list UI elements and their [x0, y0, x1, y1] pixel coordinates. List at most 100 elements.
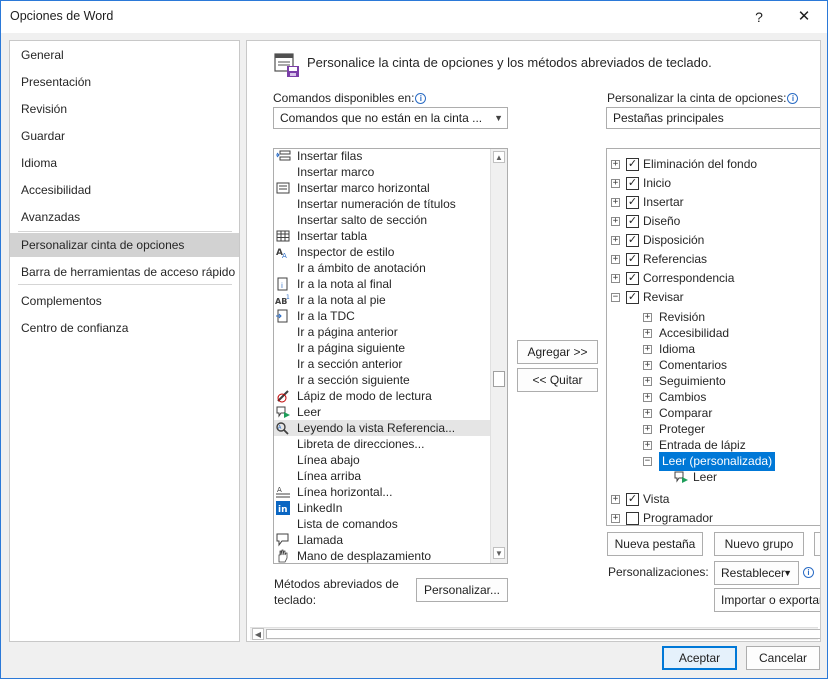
- expand-icon[interactable]: +: [611, 179, 620, 188]
- command-list-item[interactable]: Lápiz de modo de lectura: [274, 388, 490, 404]
- expand-icon[interactable]: +: [643, 345, 652, 354]
- scroll-down-icon[interactable]: ▼: [493, 547, 505, 559]
- expand-icon[interactable]: +: [643, 425, 652, 434]
- command-list-item[interactable]: Línea arriba: [274, 468, 490, 484]
- expand-icon[interactable]: +: [611, 236, 620, 245]
- close-button[interactable]: ✕: [786, 5, 822, 29]
- expand-icon[interactable]: +: [643, 409, 652, 418]
- ribbon-tabs-dropdown[interactable]: Pestañas principales: [606, 107, 820, 129]
- scroll-up-icon[interactable]: ▲: [493, 151, 505, 163]
- command-list-item[interactable]: Insertar marco: [274, 164, 490, 180]
- tab-checkbox[interactable]: ✓: [626, 158, 639, 171]
- tab-checkbox[interactable]: ✓: [626, 291, 639, 304]
- ribbon-tree-item[interactable]: − ✓ Revisar: [607, 288, 820, 307]
- scroll-thumb[interactable]: [266, 629, 820, 639]
- command-list-item[interactable]: Ir a página anterior: [274, 324, 490, 340]
- nav-item[interactable]: General: [10, 43, 239, 67]
- scroll-left-icon[interactable]: ◀: [252, 628, 264, 640]
- ribbon-tree-item[interactable]: + ✓ Vista: [607, 490, 820, 509]
- command-list-item[interactable]: Llamada: [274, 532, 490, 548]
- commands-scrollbar[interactable]: ▲ ▼: [490, 149, 507, 563]
- command-list-item[interactable]: Insertar filas: [274, 149, 490, 164]
- nav-item[interactable]: Personalizar cinta de opciones: [10, 233, 239, 257]
- expand-icon[interactable]: +: [643, 441, 652, 450]
- expand-icon[interactable]: +: [611, 160, 620, 169]
- tab-checkbox[interactable]: ✓: [626, 177, 639, 190]
- ribbon-tree-item[interactable]: + Programador: [607, 509, 820, 525]
- command-list-item[interactable]: in LinkedIn: [274, 500, 490, 516]
- command-list-item[interactable]: Mano de desplazamiento: [274, 548, 490, 563]
- ribbon-tree-item[interactable]: + ✓ Insertar: [607, 193, 820, 212]
- new-group-button[interactable]: Nuevo grupo: [714, 532, 804, 556]
- expand-icon[interactable]: +: [643, 329, 652, 338]
- help-button[interactable]: ?: [741, 5, 777, 29]
- expand-icon[interactable]: +: [643, 377, 652, 386]
- ribbon-tree-item[interactable]: + ✓ Referencias: [607, 250, 820, 269]
- ribbon-tree-item[interactable]: + ✓ Disposición: [607, 231, 820, 250]
- scroll-thumb[interactable]: [493, 371, 505, 387]
- tab-checkbox[interactable]: [626, 512, 639, 525]
- expand-icon[interactable]: +: [611, 255, 620, 264]
- command-list-item[interactable]: Línea abajo: [274, 452, 490, 468]
- command-list-item[interactable]: Ir a la TDC: [274, 308, 490, 324]
- ribbon-tree-item[interactable]: + ✓ Diseño: [607, 212, 820, 231]
- command-list-item[interactable]: A Línea horizontal...: [274, 484, 490, 500]
- command-list-item[interactable]: Libreta de direcciones...: [274, 436, 490, 452]
- command-list-item[interactable]: Insertar tabla: [274, 228, 490, 244]
- panel-horizontal-scrollbar[interactable]: ◀: [250, 627, 820, 640]
- rename-button-partial[interactable]: [814, 532, 820, 556]
- accept-button[interactable]: Aceptar: [662, 646, 737, 670]
- command-list-item[interactable]: Ir a sección anterior: [274, 356, 490, 372]
- add-button[interactable]: Agregar >>: [517, 340, 598, 364]
- new-tab-button[interactable]: Nueva pestaña: [607, 532, 703, 556]
- available-commands-list[interactable]: Insertar filas Insertar marco Insertar mar…: [273, 148, 508, 564]
- nav-item[interactable]: Presentación: [10, 70, 239, 94]
- nav-item[interactable]: Revisión: [10, 97, 239, 121]
- command-list-item[interactable]: Ir a ámbito de anotación: [274, 260, 490, 276]
- command-list-item[interactable]: Ir a sección siguiente: [274, 372, 490, 388]
- tab-checkbox[interactable]: ✓: [626, 215, 639, 228]
- expand-icon[interactable]: +: [643, 393, 652, 402]
- expand-icon[interactable]: +: [643, 313, 652, 322]
- nav-item[interactable]: Complementos: [10, 289, 239, 313]
- import-export-button[interactable]: Importar o exportar: [714, 588, 820, 612]
- nav-item[interactable]: Centro de confianza: [10, 316, 239, 340]
- ribbon-tree-item[interactable]: + ✓ Eliminación del fondo: [607, 155, 820, 174]
- command-list-item[interactable]: Lista de comandos: [274, 516, 490, 532]
- collapse-icon[interactable]: −: [611, 293, 620, 302]
- ribbon-tree-item[interactable]: + ✓ Correspondencia: [607, 269, 820, 288]
- remove-button[interactable]: << Quitar: [517, 368, 598, 392]
- command-list-item[interactable]: A A Inspector de estilo: [274, 244, 490, 260]
- expand-icon[interactable]: +: [611, 217, 620, 226]
- cancel-button[interactable]: Cancelar: [746, 646, 820, 670]
- command-list-item[interactable]: i Ir a la nota al final: [274, 276, 490, 292]
- nav-item[interactable]: Idioma: [10, 151, 239, 175]
- expand-icon[interactable]: +: [611, 495, 620, 504]
- reset-dropdown-button[interactable]: Restablecer ▼: [714, 561, 799, 585]
- command-list-item[interactable]: Insertar numeración de títulos: [274, 196, 490, 212]
- expand-icon[interactable]: +: [611, 274, 620, 283]
- ribbon-tabs-tree[interactable]: + ✓ Eliminación del fondo + ✓ Inicio + ✓ Inserta…: [606, 148, 820, 526]
- command-list-item[interactable]: Ir a página siguiente: [274, 340, 490, 356]
- command-list-item[interactable]: Leer: [274, 404, 490, 420]
- command-list-item[interactable]: A Leyendo la vista Referencia...: [274, 420, 490, 436]
- ribbon-tree-item[interactable]: + ✓ Inicio: [607, 174, 820, 193]
- tab-checkbox[interactable]: ✓: [626, 253, 639, 266]
- command-list-item[interactable]: Insertar salto de sección: [274, 212, 490, 228]
- command-list-item[interactable]: Insertar marco horizontal: [274, 180, 490, 196]
- tab-checkbox[interactable]: ✓: [626, 234, 639, 247]
- collapse-icon[interactable]: −: [643, 457, 652, 466]
- tab-checkbox[interactable]: ✓: [626, 196, 639, 209]
- customize-shortcuts-button[interactable]: Personalizar...: [416, 578, 508, 602]
- tab-checkbox[interactable]: ✓: [626, 272, 639, 285]
- command-list-item[interactable]: AB 1 Ir a la nota al pie: [274, 292, 490, 308]
- commands-from-dropdown[interactable]: Comandos que no están en la cinta ... ▼: [273, 107, 508, 129]
- nav-item[interactable]: Avanzadas: [10, 205, 239, 229]
- expand-icon[interactable]: +: [611, 514, 620, 523]
- ribbon-tree-item[interactable]: Leer: [607, 468, 820, 487]
- expand-icon[interactable]: +: [611, 198, 620, 207]
- expand-icon[interactable]: +: [643, 361, 652, 370]
- nav-item[interactable]: Barra de herramientas de acceso rápido: [10, 260, 239, 284]
- tab-checkbox[interactable]: ✓: [626, 493, 639, 506]
- nav-item[interactable]: Guardar: [10, 124, 239, 148]
